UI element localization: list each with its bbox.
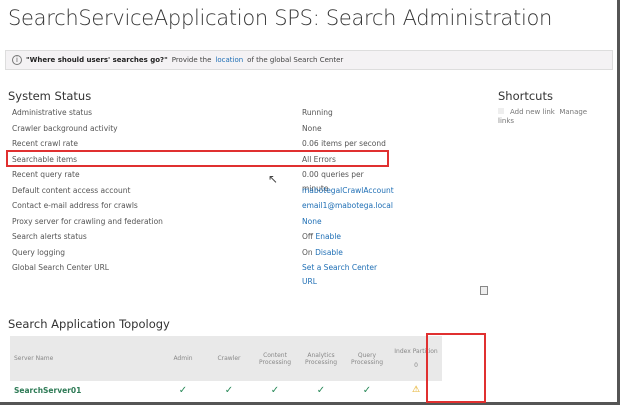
col-admin: Admin [160,336,206,381]
check-icon: ✓ [224,384,234,396]
value-text: None [302,123,322,133]
server-link[interactable]: SearchServer01 [10,381,160,399]
status-row: Query logging On Disable [12,246,392,260]
system-status-heading: System Status [8,89,92,103]
status-value: None [302,215,322,229]
col-crawler: Crawler [206,336,252,381]
index-partition-highlight [426,333,486,403]
check-icon: ✓ [362,384,372,396]
status-label: Recent crawl rate [12,139,78,148]
status-label: Global Search Center URL [12,263,109,272]
value-link[interactable]: Set a Search Center URL [302,263,377,286]
topology-table: Server Name Admin Crawler Content Proces… [10,336,442,399]
status-value: Set a Search Center URL [302,261,392,289]
info-text-end: of the global Search Center [247,56,344,64]
value-link[interactable]: Disable [315,248,343,257]
value-link[interactable]: email1@mabotega.local [302,201,393,210]
status-value: email1@mabotega.local [302,199,393,213]
status-value: mabotegalCrawlAccount [302,184,394,198]
col-content: Content Processing [252,336,298,381]
status-row: Crawler background activity None [12,122,392,136]
status-row: Administrative status Running [12,106,392,120]
status-value: Running [302,106,333,120]
page-title: SearchServiceApplication SPS: Search Adm… [8,6,553,30]
value-link[interactable]: Enable [315,232,341,241]
value-text: Off [302,232,314,241]
col-server: Server Name [10,336,160,381]
check-icon: ✓ [270,384,280,396]
value-link[interactable]: None [302,217,322,226]
info-text: Provide the [171,56,212,64]
status-label: Search alerts status [12,232,87,241]
status-label: Default content access account [12,185,131,195]
status-label: Crawler background activity [12,123,118,133]
location-link[interactable]: location [215,56,243,64]
page-frame: SearchServiceApplication SPS: Search Adm… [0,0,620,405]
document-icon[interactable] [480,286,488,295]
info-question: "Where should users' searches go?" [26,56,168,64]
shortcuts-links: Add new link Manage links [498,108,598,126]
value-text: On [302,247,313,257]
status-value: 0.06 items per second [302,137,386,151]
col-analytics: Analytics Processing [298,336,344,381]
status-row: Recent crawl rate 0.06 items per second [12,137,392,151]
status-label: Contact e-mail address for crawls [12,201,138,210]
check-icon: ✓ [178,384,188,396]
status-label: Query logging [12,247,65,257]
status-row: Proxy server for crawling and federation… [12,215,392,229]
highlight-box [6,150,389,167]
status-label: Recent query rate [12,170,80,179]
status-value: None [302,122,322,136]
status-row: Default content access account mabotegalC… [12,184,394,198]
table-row: SearchServer01 ✓ ✓ ✓ ✓ ✓ ⚠ [10,381,442,399]
status-row: Search alerts status Off Enable [12,230,392,244]
status-value: Off Enable [302,230,341,244]
add-icon [498,108,504,114]
status-value: On Disable [302,246,343,260]
status-row: Contact e-mail address for crawls email1@… [12,199,393,213]
info-bar: i "Where should users' searches go?" Pro… [5,50,613,70]
status-row: Recent query rate 0.00 queries per minute [12,168,392,193]
add-new-link[interactable]: Add new link [510,108,555,116]
mouse-cursor-icon: ↖ [268,172,279,186]
check-icon: ✓ [316,384,326,396]
status-label: Administrative status [12,108,93,117]
status-label: Proxy server for crawling and federation [12,216,163,226]
shortcuts-heading: Shortcuts [498,89,553,103]
value-text: 0.06 items per second [302,139,386,148]
topology-heading: Search Application Topology [8,317,170,331]
status-row: Global Search Center URL Set a Search Cen… [12,261,392,286]
value-link[interactable]: mabotegalCrawlAccount [302,186,394,195]
col-query: Query Processing [344,336,390,381]
value-text: Running [302,108,333,117]
info-icon: i [12,55,22,65]
